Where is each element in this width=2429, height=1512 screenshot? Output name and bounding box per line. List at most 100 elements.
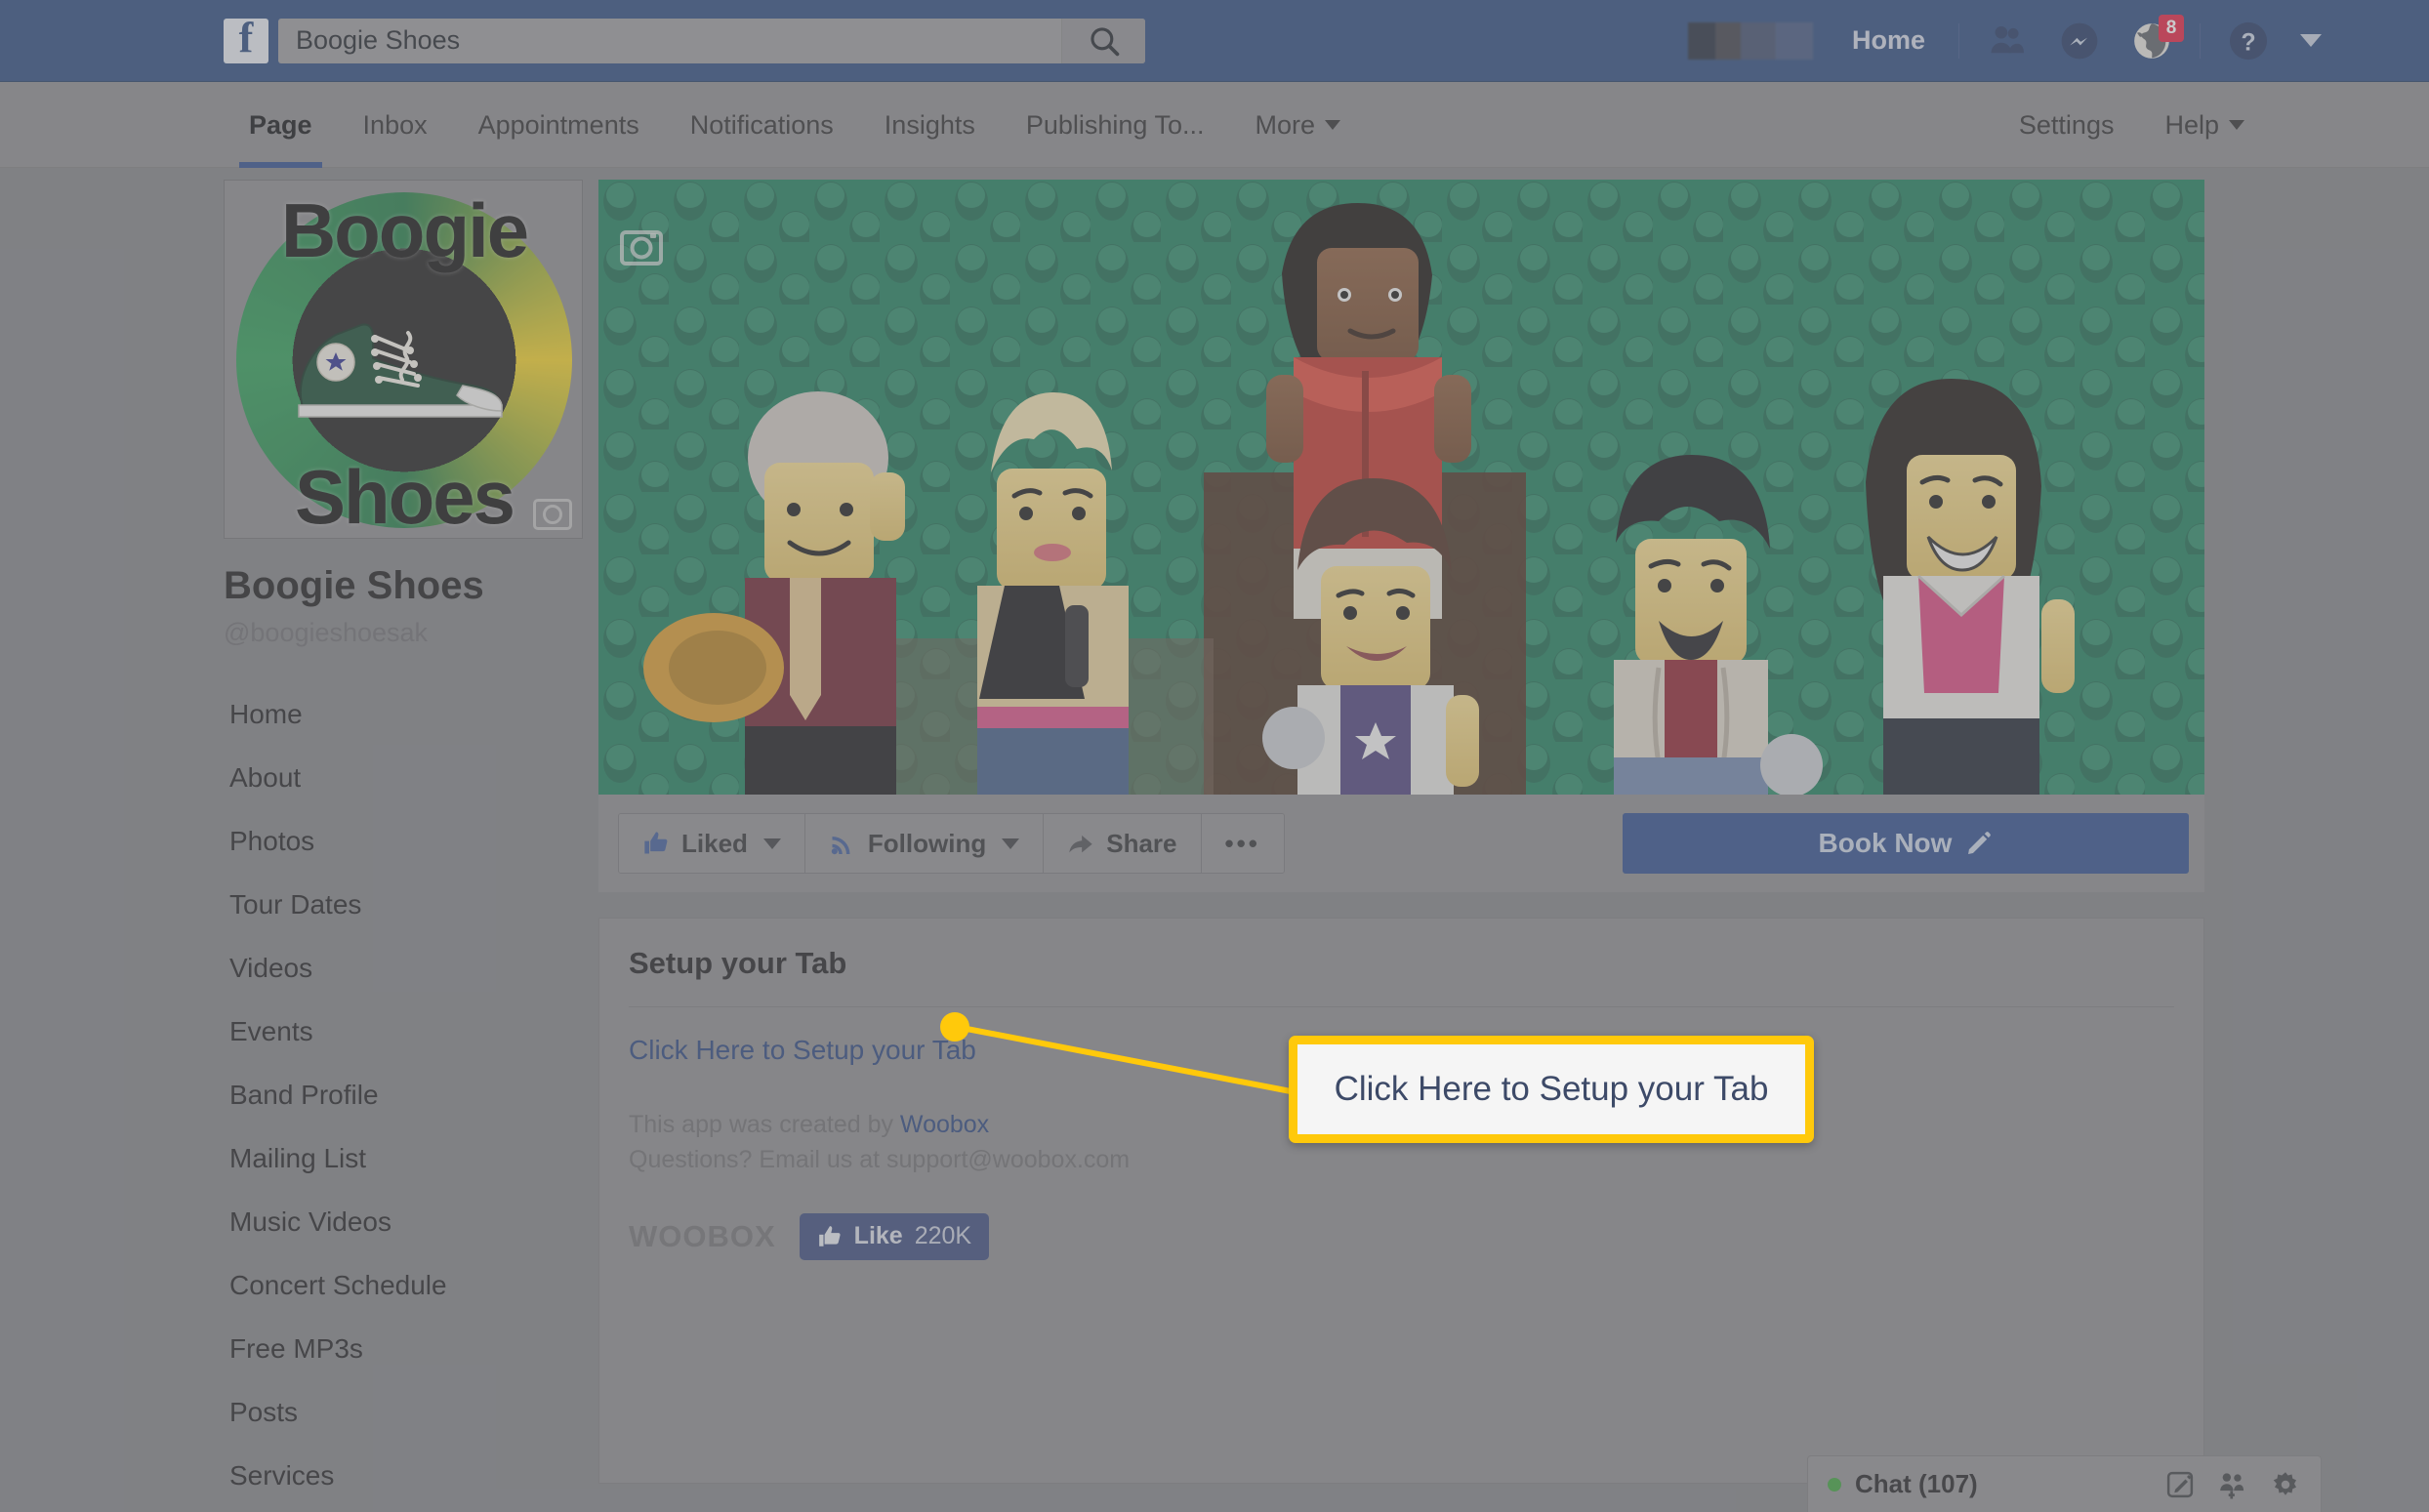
logo-word-top: Boogie — [280, 187, 529, 273]
tab-page[interactable]: Page — [224, 82, 338, 168]
book-now-label: Book Now — [1818, 828, 1953, 858]
messenger-icon[interactable] — [2049, 11, 2110, 71]
chevron-down-icon — [1325, 120, 1340, 130]
more-options-button[interactable]: ••• — [1201, 814, 1284, 873]
notifications-globe-icon[interactable]: 8 — [2121, 11, 2184, 71]
sidebar-item-band-profile[interactable]: Band Profile — [224, 1064, 587, 1127]
page-profile-picture[interactable]: Boogie Shoes — [224, 180, 583, 539]
sidebar-item-services[interactable]: Services — [224, 1445, 587, 1508]
tab-label: Page — [249, 109, 312, 140]
tab-label: Notifications — [689, 109, 834, 140]
cover-photo-image — [598, 180, 2204, 795]
nav-settings[interactable]: Settings — [1994, 82, 2140, 168]
compose-glyph — [2166, 1471, 2194, 1497]
book-now-button[interactable]: Book Now — [1623, 813, 2189, 874]
divider — [2200, 22, 2201, 59]
sidebar-item-events[interactable]: Events — [224, 1001, 587, 1064]
help-question-icon[interactable]: ? — [2218, 11, 2279, 71]
setup-your-tab-card: Setup your Tab Click Here to Setup your … — [598, 918, 2204, 1484]
share-button[interactable]: Share — [1044, 814, 1202, 873]
sidebar-nav-list: Home About Photos Tour Dates Videos Even… — [224, 683, 587, 1508]
friends-glyph — [1991, 25, 2024, 53]
sidebar-item-photos[interactable]: Photos — [224, 810, 587, 874]
credit-line-2: Questions? Email us at support@woobox.co… — [629, 1146, 1131, 1174]
search-input[interactable] — [278, 18, 1059, 63]
nav-label: Settings — [2018, 109, 2115, 140]
chat-settings-gear-icon[interactable] — [2270, 1469, 2301, 1500]
sidebar-item-videos[interactable]: Videos — [224, 937, 587, 1001]
logo-word-bottom: Shoes — [294, 454, 515, 539]
page-nav-right: Settings Help — [1994, 82, 2429, 167]
sidebar-item-free-mp3s[interactable]: Free MP3s — [224, 1318, 587, 1381]
chevron-down-icon — [1002, 838, 1020, 849]
chevron-down-icon — [762, 838, 781, 849]
tab-label: Inbox — [362, 109, 428, 140]
page-action-bar: Liked Following Share ••• Book Now — [598, 795, 2204, 892]
sidebar-item-about[interactable]: About — [224, 747, 587, 810]
tab-label: Insights — [884, 109, 975, 140]
page-nav-bar: Page Inbox Appointments Notifications In… — [0, 82, 2429, 168]
sidebar-item-home[interactable]: Home — [224, 683, 587, 747]
following-label: Following — [867, 828, 987, 858]
facebook-top-bar: f Home — [0, 0, 2429, 82]
pencil-icon — [1968, 832, 1992, 854]
notification-badge: 8 — [2159, 14, 2184, 42]
following-button[interactable]: Following — [804, 814, 1045, 873]
tab-publishing-tools[interactable]: Publishing To... — [1001, 82, 1230, 168]
page-main-column: Liked Following Share ••• Book Now Setup… — [598, 180, 2204, 1484]
cover-photo[interactable] — [598, 180, 2204, 795]
facebook-f-logo-icon[interactable]: f — [224, 16, 268, 63]
tab-notifications[interactable]: Notifications — [665, 82, 859, 168]
chat-bar-icons — [2164, 1469, 2301, 1500]
question-mark-glyph: ? — [2229, 21, 2268, 60]
sidebar-item-tour-dates[interactable]: Tour Dates — [224, 874, 587, 937]
camera-icon[interactable] — [533, 499, 572, 530]
page-title: Boogie Shoes — [224, 564, 484, 607]
woobox-link[interactable]: Woobox — [900, 1111, 989, 1138]
page-nav-tabs: Page Inbox Appointments Notifications In… — [224, 82, 1366, 168]
tab-label: Appointments — [477, 109, 639, 140]
search-submit-button[interactable] — [1061, 18, 1145, 63]
rss-icon — [831, 837, 850, 855]
sidebar-item-music-videos[interactable]: Music Videos — [224, 1191, 587, 1254]
like-count: 220K — [914, 1222, 972, 1249]
tab-insights[interactable]: Insights — [859, 82, 1001, 168]
thumbs-up-icon — [818, 1225, 841, 1246]
sidebar-item-posts[interactable]: Posts — [224, 1381, 587, 1445]
sneaker-illustration — [298, 323, 503, 418]
camera-icon[interactable] — [620, 230, 663, 266]
nav-help[interactable]: Help — [2139, 82, 2270, 168]
messenger-glyph — [2061, 22, 2098, 59]
share-label: Share — [1106, 828, 1177, 858]
share-arrow-icon — [1069, 835, 1092, 853]
add-friend-group-icon[interactable] — [2217, 1469, 2248, 1500]
compose-message-icon[interactable] — [2164, 1469, 2196, 1500]
woobox-like-button[interactable]: Like 220K — [799, 1212, 990, 1260]
divider — [1958, 22, 1959, 59]
account-name-blurred[interactable] — [1687, 21, 1813, 60]
annotation-callout-box[interactable]: Click Here to Setup your Tab — [1289, 1036, 1814, 1143]
top-bar-right-cluster: Home 8 ? — [1687, 0, 2429, 82]
chevron-down-icon — [2229, 120, 2244, 130]
tab-inbox[interactable]: Inbox — [338, 82, 453, 168]
tab-more[interactable]: More — [1229, 82, 1366, 168]
gear-glyph — [2273, 1471, 2296, 1495]
chat-label: Chat (107) — [1855, 1469, 1978, 1498]
thumbs-up-icon — [644, 832, 668, 854]
page-username-handle: @boogieshoesak — [224, 618, 429, 647]
sidebar-item-mailing-list[interactable]: Mailing List — [224, 1127, 587, 1191]
sidebar-item-concert-schedule[interactable]: Concert Schedule — [224, 1254, 587, 1318]
search-bar[interactable] — [278, 18, 1145, 63]
setup-tab-link[interactable]: Click Here to Setup your Tab — [629, 1035, 976, 1066]
home-link[interactable]: Home — [1831, 25, 1947, 56]
liked-button[interactable]: Liked — [619, 814, 805, 873]
svg-text:?: ? — [2241, 29, 2255, 56]
like-label: Like — [853, 1222, 903, 1249]
divider — [629, 1006, 2174, 1007]
friend-requests-icon[interactable] — [1977, 11, 2038, 71]
account-menu-chevron-down-icon[interactable] — [2300, 34, 2322, 47]
facebook-page-screen: f Home — [0, 0, 2429, 1512]
chat-bar[interactable]: Chat (107) — [1807, 1455, 2322, 1512]
add-friends-glyph — [2220, 1472, 2244, 1499]
tab-appointments[interactable]: Appointments — [453, 82, 665, 168]
